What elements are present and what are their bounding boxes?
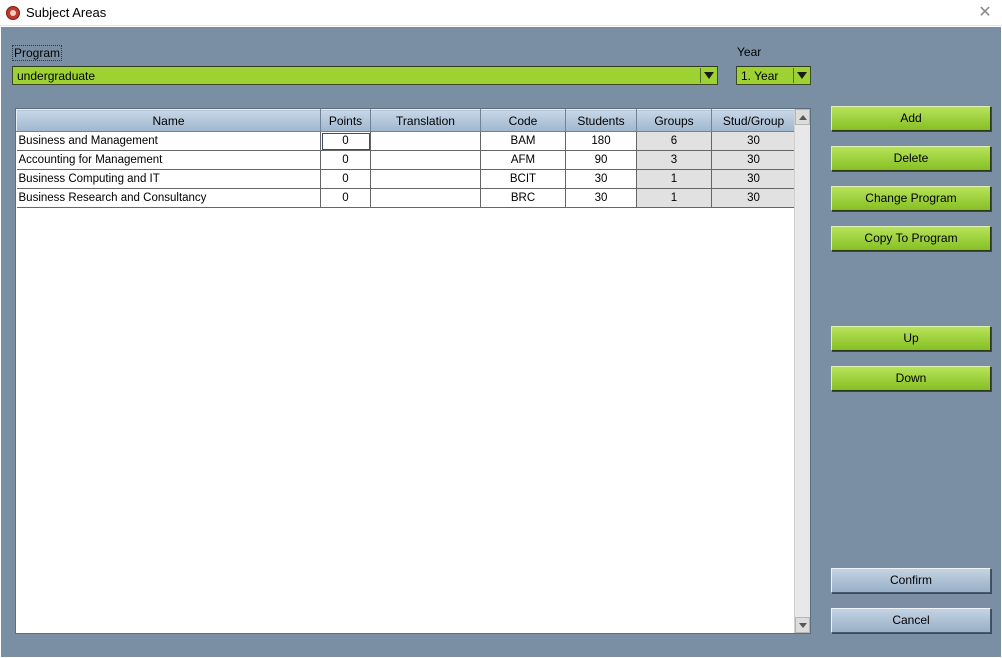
cell-code[interactable]: AFM xyxy=(480,150,566,170)
delete-button[interactable]: Delete xyxy=(831,146,991,171)
cell-name[interactable]: Accounting for Management xyxy=(16,150,321,170)
scroll-down-icon[interactable] xyxy=(795,617,810,633)
cell-groups: 3 xyxy=(636,150,712,170)
column-header-name[interactable]: Name xyxy=(16,109,321,132)
table-header-row: Name Points Translation Code Students Gr… xyxy=(16,109,796,132)
table-row[interactable]: Business and Management 0 BAM 180 6 30 xyxy=(16,131,796,151)
column-header-code[interactable]: Code xyxy=(480,109,566,132)
column-header-points[interactable]: Points xyxy=(320,109,371,132)
subject-areas-grid: Name Points Translation Code Students Gr… xyxy=(15,108,811,634)
cell-translation[interactable] xyxy=(370,169,481,189)
table-row[interactable]: Accounting for Management 0 AFM 90 3 30 xyxy=(16,150,796,170)
cell-translation[interactable] xyxy=(370,131,481,151)
window-title: Subject Areas xyxy=(26,5,107,20)
cell-stud-group: 30 xyxy=(711,150,796,170)
close-icon[interactable]: ✕ xyxy=(974,2,996,24)
column-header-groups[interactable]: Groups xyxy=(636,109,712,132)
add-button[interactable]: Add xyxy=(831,106,991,131)
cell-stud-group: 30 xyxy=(711,188,796,208)
cancel-button[interactable]: Cancel xyxy=(831,608,991,633)
title-bar: Subject Areas ✕ xyxy=(0,0,1002,26)
chevron-down-icon[interactable] xyxy=(793,68,809,83)
year-select-value: 1. Year xyxy=(741,69,779,83)
app-icon xyxy=(6,6,20,20)
column-header-translation[interactable]: Translation xyxy=(370,109,481,132)
table-row[interactable]: Business Research and Consultancy 0 BRC … xyxy=(16,188,796,208)
chevron-down-icon[interactable] xyxy=(700,68,716,83)
cell-code[interactable]: BRC xyxy=(480,188,566,208)
column-header-stud-group[interactable]: Stud/Group xyxy=(711,109,796,132)
cell-translation[interactable] xyxy=(370,150,481,170)
cell-code[interactable]: BCIT xyxy=(480,169,566,189)
program-select-value: undergraduate xyxy=(17,69,96,83)
cell-points[interactable]: 0 xyxy=(320,150,371,170)
cell-points[interactable]: 0 xyxy=(320,169,371,189)
cell-code[interactable]: BAM xyxy=(480,131,566,151)
cell-groups: 1 xyxy=(636,169,712,189)
cell-name[interactable]: Business Research and Consultancy xyxy=(16,188,321,208)
program-select[interactable]: undergraduate xyxy=(12,66,718,85)
cell-stud-group: 30 xyxy=(711,169,796,189)
move-up-button[interactable]: Up xyxy=(831,326,991,351)
scroll-up-icon[interactable] xyxy=(795,109,810,125)
confirm-button[interactable]: Confirm xyxy=(831,568,991,593)
cell-stud-group: 30 xyxy=(711,131,796,151)
year-select[interactable]: 1. Year xyxy=(736,66,811,85)
change-program-button[interactable]: Change Program xyxy=(831,186,991,211)
cell-students[interactable]: 180 xyxy=(565,131,637,151)
cell-groups: 1 xyxy=(636,188,712,208)
cell-name[interactable]: Business Computing and IT xyxy=(16,169,321,189)
year-label: Year xyxy=(737,45,762,59)
cell-points[interactable]: 0 xyxy=(320,188,371,208)
move-down-button[interactable]: Down xyxy=(831,366,991,391)
cell-students[interactable]: 30 xyxy=(565,169,637,189)
cell-name[interactable]: Business and Management xyxy=(16,131,321,151)
copy-to-program-button[interactable]: Copy To Program xyxy=(831,226,991,251)
table-row[interactable]: Business Computing and IT 0 BCIT 30 1 30 xyxy=(16,169,796,189)
column-header-students[interactable]: Students xyxy=(565,109,637,132)
subject-table: Name Points Translation Code Students Gr… xyxy=(16,109,796,208)
program-label: Program xyxy=(12,45,63,61)
cell-groups: 6 xyxy=(636,131,712,151)
cell-students[interactable]: 90 xyxy=(565,150,637,170)
cell-translation[interactable] xyxy=(370,188,481,208)
cell-students[interactable]: 30 xyxy=(565,188,637,208)
cell-points[interactable]: 0 xyxy=(320,131,371,151)
vertical-scrollbar[interactable] xyxy=(794,109,810,633)
dialog-body: Program Year undergraduate 1. Year Name … xyxy=(1,27,1001,657)
